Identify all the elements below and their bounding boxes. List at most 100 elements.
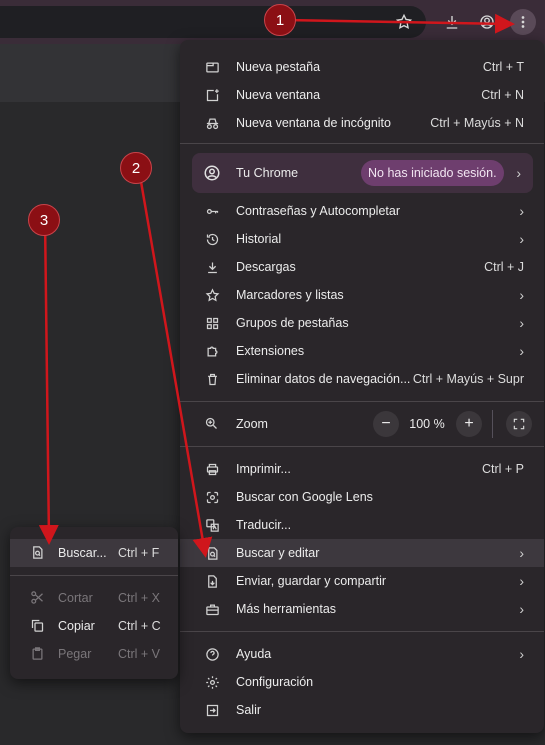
menu-item-shortcut: Ctrl + J [484, 260, 524, 274]
menu-item-label: Nueva pestaña [236, 60, 321, 74]
gear-icon [204, 674, 220, 690]
profile-label: Tu Chrome [236, 166, 299, 180]
menu-item-clear-data[interactable]: Eliminar datos de navegación... Ctrl + M… [180, 365, 544, 393]
chrome-main-menu: Nueva pestaña Ctrl + T Nueva ventana Ctr… [180, 40, 544, 733]
new-window-icon [204, 87, 220, 103]
download-icon [204, 259, 220, 275]
menu-item-translate[interactable]: Traducir... [180, 511, 544, 539]
submenu-item-cut[interactable]: Cortar Ctrl + X [10, 584, 178, 612]
menu-item-label: Grupos de pestañas [236, 316, 349, 330]
chevron-right-icon: › [519, 287, 524, 303]
menu-item-tab-groups[interactable]: Grupos de pestañas › [180, 309, 544, 337]
menu-divider [10, 575, 178, 576]
chevron-right-icon: › [519, 315, 524, 331]
menu-item-settings[interactable]: Configuración [180, 668, 544, 696]
find-icon [30, 545, 46, 561]
key-icon [204, 203, 220, 219]
menu-divider [180, 446, 544, 447]
menu-item-history[interactable]: Historial › [180, 225, 544, 253]
translate-icon [204, 517, 220, 533]
menu-item-shortcut: Ctrl + P [481, 462, 524, 476]
zoom-in-button[interactable]: + [456, 411, 482, 437]
submenu-item-shortcut: Ctrl + X [118, 591, 161, 605]
menu-item-bookmarks[interactable]: Marcadores y listas › [180, 281, 544, 309]
menu-item-find-edit[interactable]: Buscar y editar › [180, 539, 544, 567]
menu-item-label: Nueva ventana de incógnito [236, 116, 391, 130]
menu-divider [180, 401, 544, 402]
menu-item-exit[interactable]: Salir [180, 696, 544, 724]
star-icon [204, 287, 220, 303]
sign-in-status-badge: No has iniciado sesión. [361, 160, 504, 186]
menu-divider [180, 143, 544, 144]
menu-item-passwords[interactable]: Contraseñas y Autocompletar › [180, 197, 544, 225]
submenu-item-label: Pegar [58, 647, 92, 661]
chevron-right-icon: › [519, 573, 524, 589]
kebab-menu-icon[interactable] [510, 9, 536, 35]
lens-icon [204, 489, 220, 505]
submenu-item-shortcut: Ctrl + C [118, 619, 161, 633]
profile-row[interactable]: Tu Chrome No has iniciado sesión. › [192, 153, 533, 193]
menu-item-new-window[interactable]: Nueva ventana Ctrl + N [180, 81, 544, 109]
fullscreen-button[interactable] [506, 411, 532, 437]
clipboard-icon [30, 646, 46, 662]
chevron-right-icon: › [519, 601, 524, 617]
menu-item-label: Imprimir... [236, 462, 291, 476]
menu-item-label: Enviar, guardar y compartir [236, 574, 387, 588]
address-bar[interactable] [0, 6, 426, 38]
menu-item-label: Eliminar datos de navegación... [236, 372, 411, 386]
incognito-icon [204, 115, 220, 131]
chevron-right-icon: › [519, 646, 524, 662]
avatar-icon [203, 164, 221, 182]
menu-item-label: Extensiones [236, 344, 305, 358]
menu-item-shortcut: Ctrl + N [481, 88, 524, 102]
chevron-right-icon: › [516, 165, 521, 181]
zoom-row: Zoom − 100 % + [180, 410, 544, 438]
new-tab-icon [204, 59, 220, 75]
zoom-out-button[interactable]: − [373, 411, 399, 437]
submenu-item-label: Cortar [58, 591, 93, 605]
zoom-level: 100 % [409, 417, 445, 431]
menu-item-label: Más herramientas [236, 602, 337, 616]
menu-item-label: Ayuda [236, 647, 272, 661]
menu-item-label: Historial [236, 232, 282, 246]
menu-item-google-lens[interactable]: Buscar con Google Lens [180, 483, 544, 511]
menu-item-label: Buscar con Google Lens [236, 490, 373, 504]
annotation-step-2: 2 [120, 152, 152, 184]
menu-item-new-tab[interactable]: Nueva pestaña Ctrl + T [180, 53, 544, 81]
menu-item-print[interactable]: Imprimir... Ctrl + P [180, 455, 544, 483]
puzzle-icon [204, 343, 220, 359]
exit-icon [204, 702, 220, 718]
chevron-right-icon: › [519, 545, 524, 561]
find-icon [204, 545, 220, 561]
menu-item-downloads[interactable]: Descargas Ctrl + J [180, 253, 544, 281]
help-icon [204, 646, 220, 662]
toolbox-icon [204, 601, 220, 617]
submenu-item-label: Copiar [58, 619, 95, 633]
menu-item-incognito[interactable]: Nueva ventana de incógnito Ctrl + Mayús … [180, 109, 544, 137]
star-icon[interactable] [391, 9, 417, 35]
zoom-label: Zoom [236, 417, 268, 431]
account-icon[interactable] [474, 9, 500, 35]
menu-item-send-save-share[interactable]: Enviar, guardar y compartir › [180, 567, 544, 595]
menu-item-extensions[interactable]: Extensiones › [180, 337, 544, 365]
submenu-item-paste[interactable]: Pegar Ctrl + V [10, 640, 178, 668]
menu-item-more-tools[interactable]: Más herramientas › [180, 595, 544, 623]
chevron-right-icon: › [519, 231, 524, 247]
find-edit-submenu: Buscar... Ctrl + F Cortar Ctrl + X Copia… [10, 527, 178, 679]
history-icon [204, 231, 220, 247]
submenu-item-find[interactable]: Buscar... Ctrl + F [10, 539, 178, 567]
trash-icon [204, 371, 220, 387]
menu-item-help[interactable]: Ayuda › [180, 640, 544, 668]
menu-item-label: Salir [236, 703, 262, 717]
download-icon[interactable] [439, 9, 465, 35]
menu-item-shortcut: Ctrl + Mayús + N [430, 116, 524, 130]
fullscreen-icon [513, 418, 525, 430]
menu-item-label: Buscar y editar [236, 546, 320, 560]
annotation-step-1: 1 [264, 4, 296, 36]
copy-icon [30, 618, 46, 634]
submenu-item-copy[interactable]: Copiar Ctrl + C [10, 612, 178, 640]
zoom-divider [492, 410, 493, 438]
menu-item-shortcut: Ctrl + Mayús + Supr [412, 372, 524, 386]
menu-item-label: Nueva ventana [236, 88, 321, 102]
zoom-icon [204, 416, 220, 432]
